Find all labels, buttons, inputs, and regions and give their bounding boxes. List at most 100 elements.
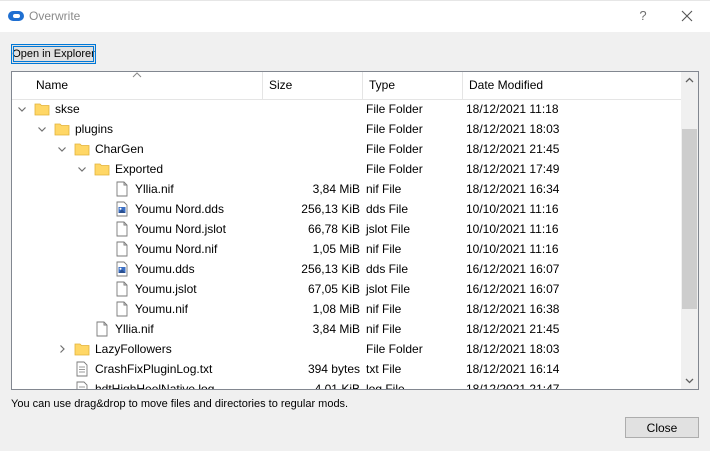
chevron-down-icon[interactable]: [37, 124, 47, 134]
image-file-icon: [116, 201, 128, 217]
row-type: nif File: [366, 322, 402, 336]
row-name: Exported: [115, 162, 164, 176]
row-date: 16/12/2021 16:07: [466, 282, 560, 296]
column-header-size[interactable]: Size: [262, 72, 362, 99]
row-name: hdtHighHeelNative.log: [95, 382, 215, 390]
tree-row[interactable]: hdtHighHeelNative.log 4,01 KiB log File 18/…: [12, 379, 681, 390]
text-file-icon: [76, 381, 88, 389]
row-date: 10/10/2021 11:16: [466, 202, 559, 216]
tree-row[interactable]: Youmu Nord.dds 256,13 KiB dds File 10/10/20…: [12, 199, 681, 219]
row-type: nif File: [366, 302, 402, 316]
row-size: [264, 119, 360, 139]
tree-header: Name Size Type Date Modified: [12, 72, 681, 100]
tree-row[interactable]: CharGen File Folder 18/12/2021 21:45: [12, 139, 681, 159]
row-name: Youmu.jslot: [135, 282, 197, 296]
row-date: 18/12/2021 11:18: [466, 102, 559, 116]
mod-organizer-icon: [8, 11, 24, 21]
vertical-scrollbar[interactable]: [681, 72, 698, 389]
folder-icon: [94, 163, 110, 176]
row-name: skse: [55, 102, 80, 116]
column-header-name[interactable]: Name: [30, 72, 262, 99]
file-icon: [116, 281, 128, 297]
drag-drop-hint: You can use drag&drop to move files and …: [11, 398, 349, 410]
row-date: 16/12/2021 16:07: [466, 262, 560, 276]
row-type: jslot File: [366, 282, 411, 296]
help-button[interactable]: ?: [632, 6, 654, 26]
row-date: 18/12/2021 21:45: [466, 142, 560, 156]
tree-row[interactable]: Youmu.jslot 67,05 KiB jslot File 16/12/2021…: [12, 279, 681, 299]
row-size: 256,13 KiB: [301, 262, 360, 276]
top-edge: [0, 0, 710, 1]
row-type: dds File: [366, 262, 409, 276]
file-icon: [116, 221, 128, 237]
column-header-type[interactable]: Type: [362, 72, 462, 99]
tree-row[interactable]: Youmu Nord.jslot 66,78 KiB jslot File 10/10…: [12, 219, 681, 239]
scroll-down-icon[interactable]: [681, 372, 698, 389]
row-name: Yllia.nif: [135, 182, 174, 196]
row-type: File Folder: [366, 342, 423, 356]
tree-row[interactable]: Youmu.dds 256,13 KiB dds File 16/12/2021 16…: [12, 259, 681, 279]
scrollbar-thumb[interactable]: [682, 129, 697, 309]
file-icon: [116, 241, 128, 257]
row-name: CrashFixPluginLog.txt: [95, 362, 213, 376]
chevron-down-icon[interactable]: [77, 164, 87, 174]
tree-row[interactable]: Yllia.nif 3,84 MiB nif File 18/12/2021 16:3…: [12, 179, 681, 199]
row-name: Youmu Nord.dds: [135, 202, 224, 216]
window-title: Overwrite: [29, 9, 81, 23]
row-date: 18/12/2021 16:14: [466, 362, 560, 376]
scroll-up-icon[interactable]: [681, 72, 698, 89]
tree-row[interactable]: LazyFollowers File Folder 18/12/2021 18:03: [12, 339, 681, 359]
close-icon[interactable]: [676, 6, 698, 26]
row-date: 18/12/2021 21:45: [466, 322, 560, 336]
row-date: 10/10/2021 11:16: [466, 222, 559, 236]
tree-row[interactable]: CrashFixPluginLog.txt 394 bytes txt File 18…: [12, 359, 681, 379]
row-size: 394 bytes: [307, 362, 360, 376]
row-name: Youmu Nord.nif: [135, 242, 218, 256]
row-name: LazyFollowers: [95, 342, 172, 356]
row-size: 66,78 KiB: [307, 222, 360, 236]
open-in-explorer-button[interactable]: Open in Explorer: [11, 44, 96, 64]
row-type: jslot File: [366, 222, 411, 236]
row-type: File Folder: [366, 142, 423, 156]
row-type: txt File: [366, 362, 402, 376]
row-size: [264, 159, 360, 179]
tree-row[interactable]: Yllia.nif 3,84 MiB nif File 18/12/2021 21:4…: [12, 319, 681, 339]
row-name: CharGen: [95, 142, 144, 156]
row-type: File Folder: [366, 162, 423, 176]
file-icon: [96, 321, 108, 337]
row-date: 18/12/2021 18:03: [466, 122, 560, 136]
chevron-down-icon[interactable]: [17, 104, 27, 114]
tree-row[interactable]: Youmu Nord.nif 1,05 MiB nif File 10/10/2021…: [12, 239, 681, 259]
tree-row[interactable]: Exported File Folder 18/12/2021 17:49: [12, 159, 681, 179]
row-size: 4,01 KiB: [314, 382, 360, 390]
row-date: 18/12/2021 17:49: [466, 162, 560, 176]
folder-icon: [34, 103, 50, 116]
file-icon: [116, 301, 128, 317]
row-type: File Folder: [366, 102, 423, 116]
text-file-icon: [76, 361, 88, 377]
folder-icon: [74, 343, 90, 356]
chevron-down-icon[interactable]: [57, 144, 67, 154]
row-type: nif File: [366, 242, 402, 256]
row-name: Youmu.nif: [135, 302, 188, 316]
tree-row[interactable]: plugins File Folder 18/12/2021 18:03: [12, 119, 681, 139]
row-size: 256,13 KiB: [301, 202, 360, 216]
row-name: Yllia.nif: [115, 322, 154, 336]
file-tree[interactable]: Name Size Type Date Modified skse File Fo…: [11, 71, 699, 390]
row-size: 3,84 MiB: [312, 182, 360, 196]
tree-rows: skse File Folder 18/12/2021 11:18 plugins Fi…: [12, 99, 681, 390]
folder-icon: [74, 143, 90, 156]
image-file-icon: [116, 261, 128, 277]
row-name: Youmu Nord.jslot: [135, 222, 226, 236]
column-header-date-modified[interactable]: Date Modified: [462, 72, 681, 99]
chevron-right-icon[interactable]: [57, 344, 67, 354]
tree-row[interactable]: skse File Folder 18/12/2021 11:18: [12, 99, 681, 119]
row-size: 67,05 KiB: [307, 282, 360, 296]
row-size: [264, 139, 360, 159]
row-size: 1,08 MiB: [312, 302, 360, 316]
row-size: 3,84 MiB: [312, 322, 360, 336]
row-name: Youmu.dds: [135, 262, 195, 276]
tree-row[interactable]: Youmu.nif 1,08 MiB nif File 18/12/2021 16:3…: [12, 299, 681, 319]
close-button[interactable]: Close: [625, 417, 699, 438]
row-date: 18/12/2021 16:34: [466, 182, 560, 196]
